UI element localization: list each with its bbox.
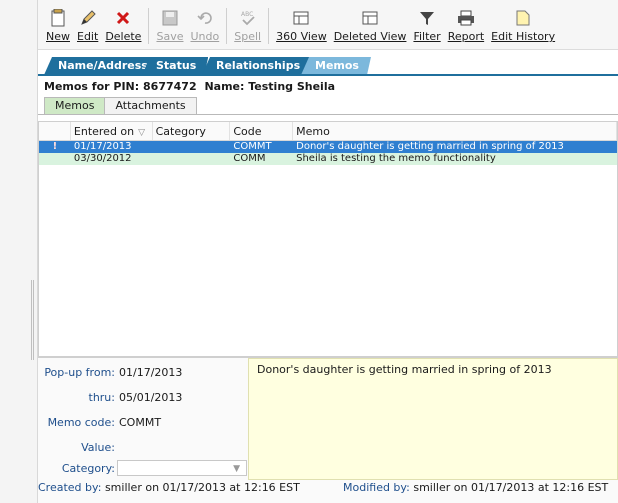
sub-tabs-underline [38,114,618,115]
value-label: Value: [81,441,115,454]
new-label: New [46,30,70,43]
edit-history-button[interactable]: Edit History [491,8,555,43]
new-button[interactable]: New [46,8,70,43]
category-label: Category: [61,462,115,475]
memos-grid: Entered on ▽ Category Code Memo ! 01/17/2… [38,121,618,357]
deleted-view-button[interactable]: Deleted View [333,8,407,43]
name-value: Testing Sheila [248,80,336,93]
category-select[interactable]: ▼ [117,460,247,476]
pin-value: 8677472 [143,80,197,93]
entered-on-cell: 01/17/2013 [73,141,132,152]
memo-header: Memos for PIN: 8677472 Name: Testing She… [44,80,335,93]
name-label: Name: [204,80,245,93]
thru-label: thru: [88,391,116,404]
audit-footer: Created by: smiller on 01/17/2013 at 12:… [38,481,618,494]
popup-flag-icon: ! [52,141,58,152]
column-header-label: Entered on [73,125,135,138]
sort-descending-icon: ▽ [138,128,146,138]
funnel-icon [419,8,435,28]
memo-cell: Donor's daughter is getting married in s… [296,141,564,152]
category-cell [153,141,231,153]
document-icon [516,8,530,28]
filter-button[interactable]: Filter [413,8,441,43]
table-row[interactable]: ! 01/17/2013 COMMT Donor's daughter is g… [39,141,617,153]
360-view-button[interactable]: 360 View [276,8,327,43]
spell-label: Spell [234,30,262,43]
modified-by-group: Modified by: smiller on 01/17/2013 at 12… [343,481,608,494]
popup-from-label: Pop-up from: [44,366,115,379]
edit-history-label: Edit History [491,30,556,43]
memo-code-value[interactable]: COMMT [119,416,161,429]
grid-view-icon [362,8,378,28]
undo-button[interactable]: Undo [190,8,219,43]
tab-relationships[interactable]: Relationships [202,57,312,75]
save-button[interactable]: Save [156,8,183,43]
column-header-memo[interactable]: Memo [293,122,617,140]
column-header-entered-on[interactable]: Entered on ▽ [71,122,153,140]
delete-label: Delete [105,30,142,43]
pin-label: Memos for PIN: [44,80,140,93]
toolbar-separator [148,8,150,44]
splitter-grip[interactable] [31,280,34,360]
module-tabs-underline [38,74,618,76]
undo-label: Undo [190,30,220,43]
undo-arrow-icon [197,8,213,28]
chevron-down-icon: ▼ [233,464,240,474]
module-tabs: Name/Address Status Relationships Memos [38,57,618,75]
memo-text-area[interactable]: Donor's daughter is getting married in s… [248,358,618,480]
left-panel-edge [0,0,38,503]
category-cell [153,153,231,165]
thru-value[interactable]: 05/01/2013 [119,391,182,404]
toolbar: New Edit Delete Save Undo ABC Spell 360 … [38,0,618,50]
subtab-memos[interactable]: Memos [44,97,106,115]
popup-from-value[interactable]: 01/17/2013 [119,366,182,379]
created-by-value: smiller on 01/17/2013 at 12:16 EST [104,481,300,494]
printer-icon [457,8,475,28]
flag-column-header[interactable] [39,122,71,140]
svg-text:ABC: ABC [241,11,253,18]
memo-cell: Sheila is testing the memo functionality [296,153,496,164]
memo-details-panel: Pop-up from: 01/17/2013 thru: 05/01/2013… [38,357,618,503]
column-header-code[interactable]: Code [230,122,294,140]
column-header-category[interactable]: Category [153,122,231,140]
modified-by-label: Modified by: [343,481,410,494]
deleted-view-label: Deleted View [333,30,407,43]
new-record-icon [50,8,66,28]
grid-header: Entered on ▽ Category Code Memo [39,122,617,141]
delete-x-icon [115,8,131,28]
tab-status[interactable]: Status [142,57,208,75]
memo-code-label: Memo code: [47,416,115,429]
popup-flag-icon [39,153,71,165]
floppy-disk-icon [162,8,178,28]
pencil-icon [79,8,97,28]
code-cell: COMM [233,153,266,164]
subtab-attachments[interactable]: Attachments [104,97,197,115]
created-by-label: Created by: [38,481,102,494]
toolbar-separator [268,8,270,44]
modified-by-value: smiller on 01/17/2013 at 12:16 EST [413,481,609,494]
save-label: Save [156,30,184,43]
edit-label: Edit [77,30,99,43]
tab-name-address[interactable]: Name/Address [44,57,160,75]
entered-on-cell: 03/30/2012 [73,153,132,164]
memos-window: New Edit Delete Save Undo ABC Spell 360 … [38,0,618,503]
report-button[interactable]: Report [448,8,484,43]
report-label: Report [447,30,485,43]
delete-button[interactable]: Delete [105,8,141,43]
filter-label: Filter [413,30,441,43]
toolbar-separator [226,8,228,44]
code-cell: COMMT [233,141,272,152]
spell-check-icon: ABC [239,8,257,28]
grid-view-icon [293,8,309,28]
edit-button[interactable]: Edit [77,8,98,43]
360-view-label: 360 View [276,30,327,43]
spell-button[interactable]: ABC Spell [234,8,261,43]
tab-memos[interactable]: Memos [301,57,371,75]
sub-tabs: Memos Attachments [44,97,197,115]
table-row[interactable]: 03/30/2012 COMM Sheila is testing the me… [39,153,617,165]
